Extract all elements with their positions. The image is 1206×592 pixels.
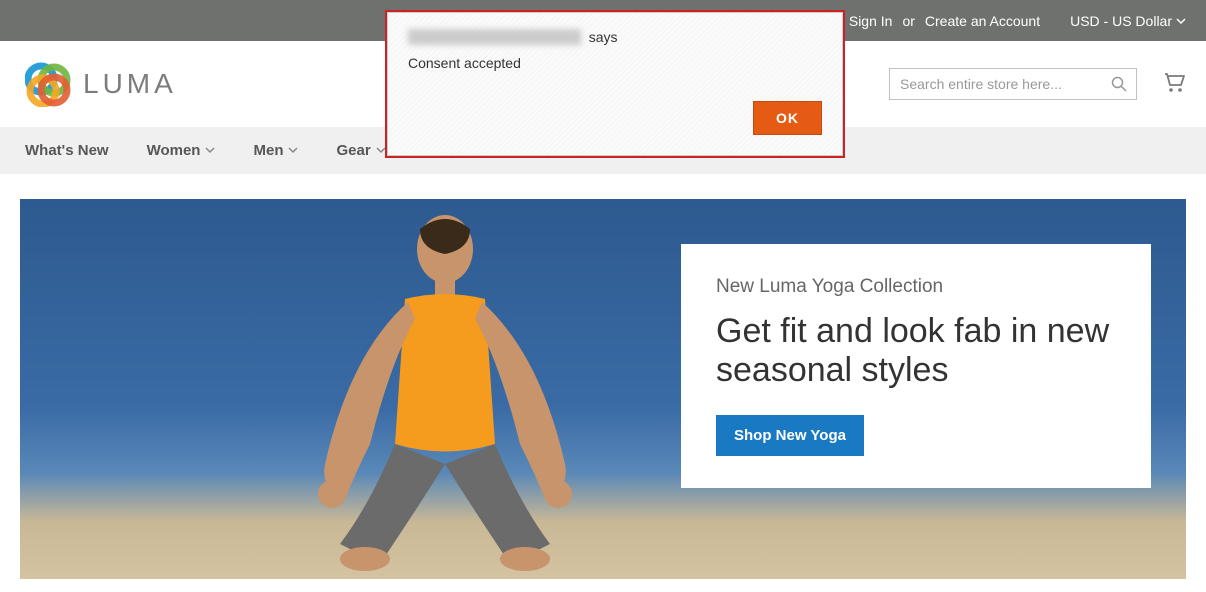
- promo-heading: Get fit and look fab in new seasonal sty…: [716, 312, 1116, 390]
- sign-in-link[interactable]: Sign In: [849, 13, 893, 29]
- hero-image: [270, 199, 620, 579]
- ok-button[interactable]: OK: [753, 101, 822, 135]
- logo-text: LUMA: [83, 68, 177, 100]
- nav-item-men[interactable]: Men: [253, 142, 298, 159]
- nav-label: Women: [147, 142, 201, 159]
- nav-label: Men: [253, 142, 283, 159]
- shop-new-yoga-button[interactable]: Shop New Yoga: [716, 415, 864, 456]
- alert-dialog-inner: magento22.plumserver.com says Consent ac…: [387, 12, 843, 156]
- alert-dialog: magento22.plumserver.com says Consent ac…: [385, 10, 845, 158]
- chevron-down-icon: [1176, 13, 1186, 29]
- search-box: [889, 68, 1137, 100]
- cart-icon[interactable]: [1162, 71, 1186, 98]
- nav-item-gear[interactable]: Gear: [336, 142, 385, 159]
- create-account-link[interactable]: Create an Account: [925, 13, 1040, 29]
- alert-actions: OK: [408, 101, 822, 135]
- nav-item-whats-new[interactable]: What's New: [25, 142, 109, 159]
- logo[interactable]: LUMA: [25, 61, 177, 107]
- currency-label: USD - US Dollar: [1070, 13, 1172, 29]
- nav-item-women[interactable]: Women: [147, 142, 216, 159]
- hero-banner[interactable]: New Luma Yoga Collection Get fit and loo…: [20, 199, 1186, 579]
- alert-source-line: magento22.plumserver.com says: [408, 29, 822, 45]
- promo-eyebrow: New Luma Yoga Collection: [716, 276, 1116, 298]
- alert-source-host: magento22.plumserver.com: [408, 29, 581, 45]
- search-icon[interactable]: [1111, 76, 1127, 97]
- alert-says-text: says: [589, 29, 618, 45]
- chevron-down-icon: [288, 142, 298, 159]
- nav-label: Gear: [336, 142, 370, 159]
- logo-icon: [25, 61, 71, 107]
- alert-message: Consent accepted: [408, 55, 822, 71]
- promo-card: New Luma Yoga Collection Get fit and loo…: [681, 244, 1151, 488]
- chevron-down-icon: [205, 142, 215, 159]
- or-text: or: [902, 13, 914, 29]
- search-input[interactable]: [889, 68, 1137, 100]
- nav-label: What's New: [25, 142, 109, 159]
- header-right: [889, 68, 1186, 100]
- currency-switcher[interactable]: USD - US Dollar: [1070, 13, 1186, 29]
